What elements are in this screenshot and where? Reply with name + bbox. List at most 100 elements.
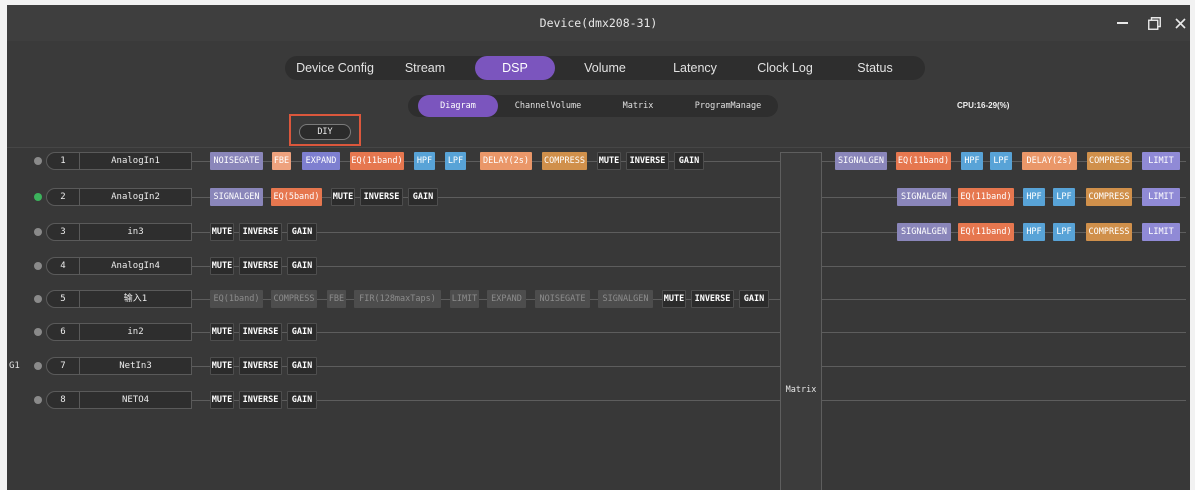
tab-status[interactable]: Status bbox=[835, 56, 915, 80]
gain-module[interactable]: GAIN bbox=[739, 290, 769, 308]
group-label: G1 bbox=[9, 361, 20, 371]
channel-name[interactable]: in3 bbox=[79, 223, 192, 241]
noisegate-module-disabled[interactable]: NOISEGATE bbox=[535, 290, 590, 308]
mute-button[interactable]: MUTE bbox=[210, 391, 234, 409]
app-window: Device(dmx208-31) Device Config Stream D… bbox=[0, 0, 1195, 490]
channel-number: 5 bbox=[46, 290, 79, 308]
limit-module-disabled[interactable]: LIMIT bbox=[450, 290, 479, 308]
compress-module[interactable]: COMPRESS bbox=[1087, 152, 1132, 170]
close-button[interactable] bbox=[1168, 11, 1192, 35]
lpf-module[interactable]: LPF bbox=[1053, 223, 1075, 241]
limit-module[interactable]: LIMIT bbox=[1142, 223, 1180, 241]
hpf-module[interactable]: HPF bbox=[1023, 188, 1045, 206]
eq-module[interactable]: EQ(11band) bbox=[958, 223, 1014, 241]
mute-button[interactable]: MUTE bbox=[597, 152, 621, 170]
channel-name[interactable]: NetIn3 bbox=[79, 357, 192, 375]
delay-module[interactable]: DELAY(2s) bbox=[1022, 152, 1077, 170]
fbe-module-disabled[interactable]: FBE bbox=[327, 290, 346, 308]
inverse-button[interactable]: INVERSE bbox=[239, 257, 282, 275]
inverse-button[interactable]: INVERSE bbox=[239, 223, 282, 241]
output-signal-wire bbox=[822, 366, 1186, 367]
channel-name[interactable]: AnalogIn4 bbox=[79, 257, 192, 275]
inverse-button[interactable]: INVERSE bbox=[239, 357, 282, 375]
mute-button[interactable]: MUTE bbox=[331, 188, 355, 206]
expand-module-disabled[interactable]: EXPAND bbox=[487, 290, 526, 308]
compress-module[interactable]: COMPRESS bbox=[1086, 223, 1132, 241]
inverse-button[interactable]: INVERSE bbox=[691, 290, 734, 308]
compress-module-disabled[interactable]: COMPRESS bbox=[271, 290, 317, 308]
mute-button[interactable]: MUTE bbox=[210, 323, 234, 341]
hpf-module[interactable]: HPF bbox=[961, 152, 983, 170]
channel-row-5: 5 输入1 EQ(1band) COMPRESS FBE FIR(128maxT… bbox=[0, 290, 1195, 308]
tab-device-config[interactable]: Device Config bbox=[295, 56, 375, 80]
gain-module[interactable]: GAIN bbox=[408, 188, 438, 206]
channel-name[interactable]: AnalogIn1 bbox=[79, 152, 192, 170]
compress-module[interactable]: COMPRESS bbox=[1086, 188, 1132, 206]
mute-button[interactable]: MUTE bbox=[210, 357, 234, 375]
channel-name[interactable]: 输入1 bbox=[79, 290, 192, 308]
channel-name[interactable]: AnalogIn2 bbox=[79, 188, 192, 206]
cpu-usage: CPU:16-29(%) bbox=[957, 101, 1010, 110]
limit-module[interactable]: LIMIT bbox=[1142, 152, 1180, 170]
eq-module[interactable]: EQ(11band) bbox=[958, 188, 1014, 206]
inverse-button[interactable]: INVERSE bbox=[626, 152, 669, 170]
status-dot bbox=[34, 228, 42, 236]
restore-button[interactable] bbox=[1142, 11, 1166, 35]
dsp-sub-tab-bar: Diagram ChannelVolume Matrix ProgramMana… bbox=[408, 95, 778, 117]
status-dot bbox=[34, 362, 42, 370]
tab-clock-log[interactable]: Clock Log bbox=[745, 56, 825, 80]
gain-module[interactable]: GAIN bbox=[287, 357, 317, 375]
subtab-matrix[interactable]: Matrix bbox=[598, 95, 678, 117]
diy-button[interactable]: DIY bbox=[299, 124, 351, 140]
subtab-program-manage[interactable]: ProgramManage bbox=[688, 95, 768, 117]
hpf-module[interactable]: HPF bbox=[1023, 223, 1045, 241]
tab-latency[interactable]: Latency bbox=[655, 56, 735, 80]
eq-module[interactable]: EQ(11band) bbox=[350, 152, 404, 170]
eq-module-disabled[interactable]: EQ(1band) bbox=[210, 290, 263, 308]
lpf-module[interactable]: LPF bbox=[1053, 188, 1075, 206]
gain-module[interactable]: GAIN bbox=[287, 223, 317, 241]
eq-module[interactable]: EQ(5band) bbox=[271, 188, 322, 206]
status-dot bbox=[34, 157, 42, 165]
tab-stream[interactable]: Stream bbox=[385, 56, 465, 80]
delay-module[interactable]: DELAY(2s) bbox=[480, 152, 532, 170]
compress-module[interactable]: COMPRESS bbox=[542, 152, 587, 170]
status-dot bbox=[34, 396, 42, 404]
inverse-button[interactable]: INVERSE bbox=[239, 323, 282, 341]
gain-module[interactable]: GAIN bbox=[287, 391, 317, 409]
inverse-button[interactable]: INVERSE bbox=[360, 188, 403, 206]
eq-module[interactable]: EQ(11band) bbox=[896, 152, 951, 170]
minimize-button[interactable] bbox=[1110, 11, 1134, 35]
gain-module[interactable]: GAIN bbox=[674, 152, 704, 170]
mute-button[interactable]: MUTE bbox=[662, 290, 686, 308]
gain-module[interactable]: GAIN bbox=[287, 257, 317, 275]
mute-button[interactable]: MUTE bbox=[210, 223, 234, 241]
minimize-icon bbox=[1116, 22, 1128, 24]
signalgen-module-disabled[interactable]: SIGNALGEN bbox=[598, 290, 653, 308]
fbe-module[interactable]: FBE bbox=[272, 152, 291, 170]
channel-row-3: 3 in3 MUTE INVERSE GAIN SIGNALGEN EQ(11b… bbox=[0, 223, 1195, 241]
limit-module[interactable]: LIMIT bbox=[1142, 188, 1180, 206]
signalgen-module[interactable]: SIGNALGEN bbox=[897, 223, 951, 241]
lpf-module[interactable]: LPF bbox=[990, 152, 1012, 170]
channel-name[interactable]: in2 bbox=[79, 323, 192, 341]
subtab-channel-volume[interactable]: ChannelVolume bbox=[508, 95, 588, 117]
inverse-button[interactable]: INVERSE bbox=[239, 391, 282, 409]
gain-module[interactable]: GAIN bbox=[287, 323, 317, 341]
noisegate-module[interactable]: NOISEGATE bbox=[210, 152, 263, 170]
signalgen-module[interactable]: SIGNALGEN bbox=[897, 188, 951, 206]
mute-button[interactable]: MUTE bbox=[210, 257, 234, 275]
subtab-diagram[interactable]: Diagram bbox=[418, 95, 498, 117]
output-signal-wire bbox=[822, 332, 1186, 333]
title-bar: Device(dmx208-31) bbox=[7, 5, 1190, 41]
hpf-module[interactable]: HPF bbox=[414, 152, 435, 170]
channel-name[interactable]: NETO4 bbox=[79, 391, 192, 409]
fir-module-disabled[interactable]: FIR(128maxTaps) bbox=[354, 290, 441, 308]
signalgen-module[interactable]: SIGNALGEN bbox=[835, 152, 887, 170]
signalgen-module[interactable]: SIGNALGEN bbox=[210, 188, 263, 206]
status-dot bbox=[34, 262, 42, 270]
expand-module[interactable]: EXPAND bbox=[302, 152, 340, 170]
tab-dsp[interactable]: DSP bbox=[475, 56, 555, 80]
lpf-module[interactable]: LPF bbox=[445, 152, 466, 170]
tab-volume[interactable]: Volume bbox=[565, 56, 645, 80]
